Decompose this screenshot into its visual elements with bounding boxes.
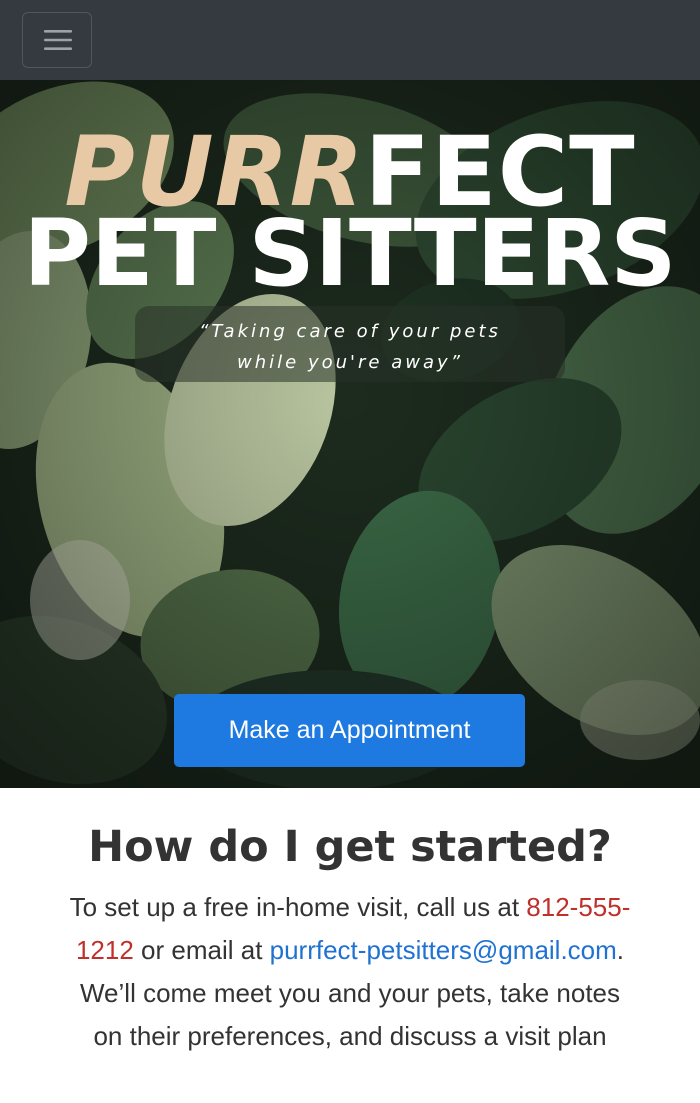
tagline-box: “Taking care of your pets while you're a… bbox=[135, 306, 565, 382]
tagline-line2: while you're away” bbox=[237, 352, 463, 373]
text-before-phone: To set up a free in-home visit, call us … bbox=[69, 892, 527, 922]
nav-toggle-button[interactable] bbox=[22, 12, 92, 68]
navbar bbox=[0, 0, 700, 81]
email-link[interactable]: purrfect-petsitters@gmail.com bbox=[270, 935, 617, 965]
get-started-heading: How do I get started? bbox=[88, 822, 612, 872]
tagline-line1: “Taking care of your pets bbox=[199, 321, 501, 342]
get-started-text: To set up a free in-home visit, call us … bbox=[62, 886, 638, 1058]
hero-section: PURRFECT PET SITTERS “Taking care of you… bbox=[0, 80, 700, 788]
text-before-email: or email at bbox=[133, 935, 270, 965]
get-started-section: How do I get started? To set up a free i… bbox=[0, 788, 700, 1103]
tagline: “Taking care of your pets while you're a… bbox=[135, 316, 565, 378]
hero-title-line2: PET SITTERS bbox=[23, 200, 677, 307]
hamburger-menu-icon bbox=[44, 30, 72, 50]
make-appointment-button[interactable]: Make an Appointment bbox=[174, 694, 525, 767]
